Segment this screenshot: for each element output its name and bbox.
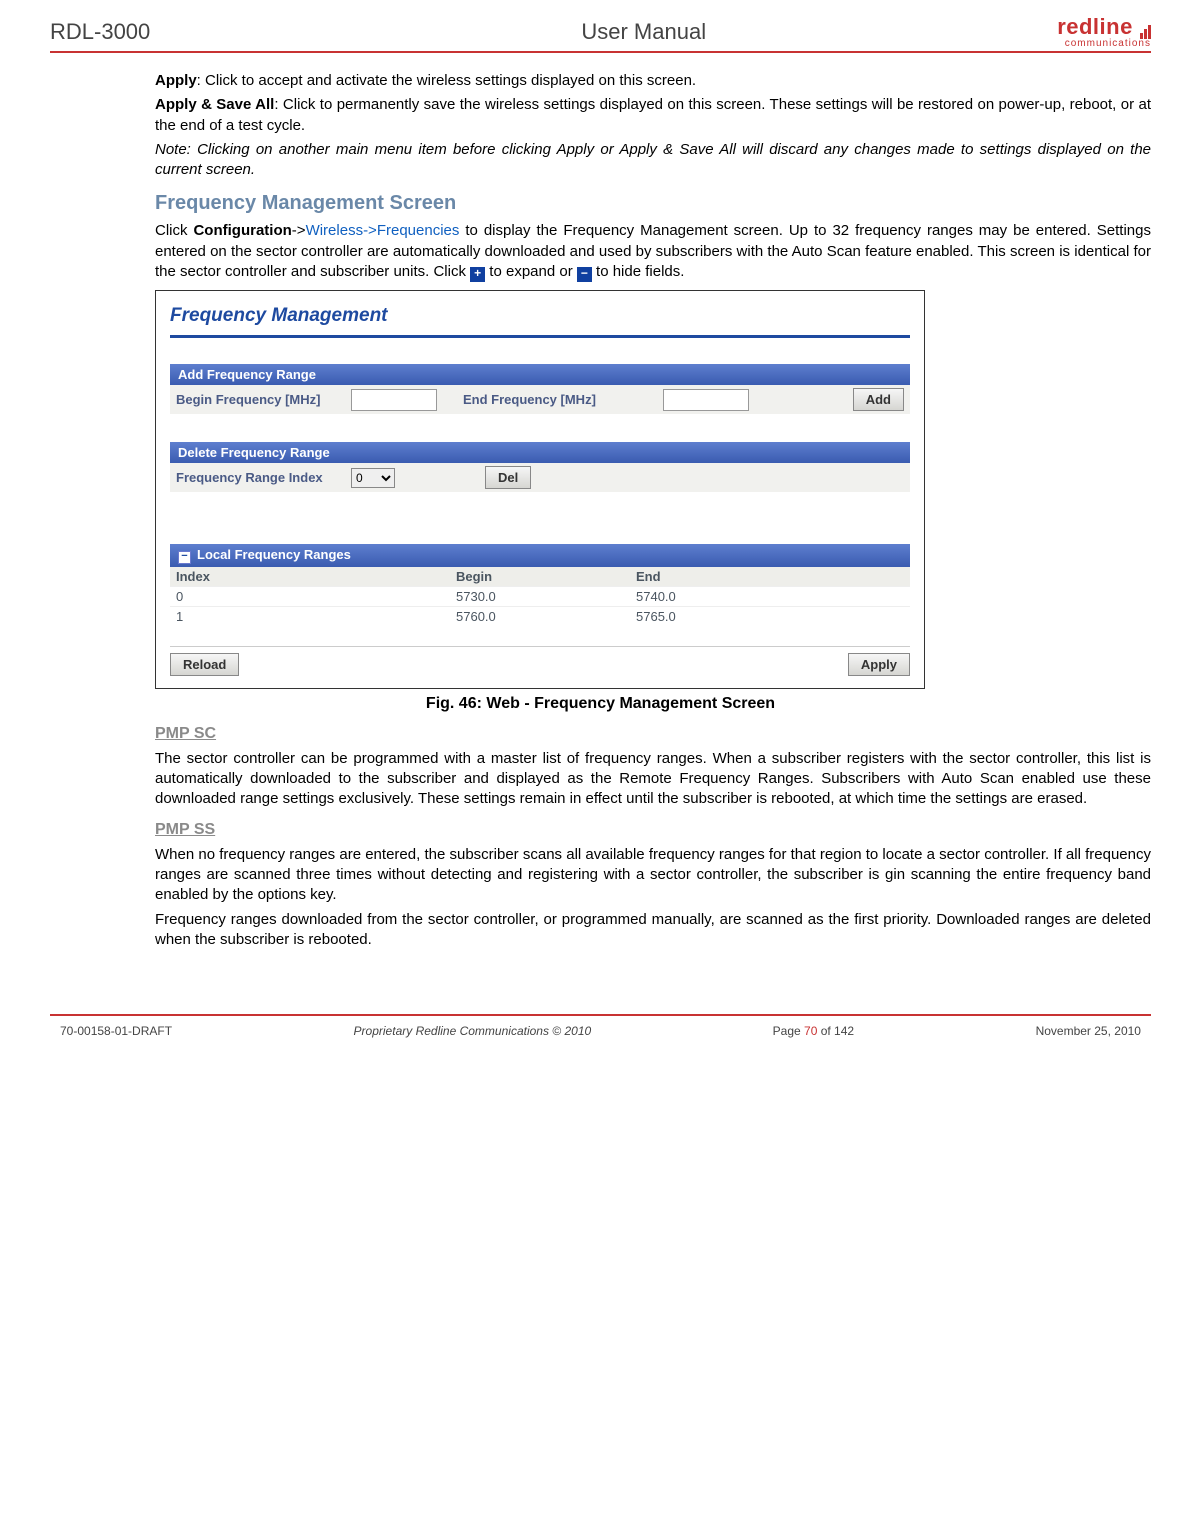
section-paragraph: Click Configuration->Wireless->Frequenci… [155, 221, 1151, 282]
page-post: of 142 [817, 1024, 854, 1038]
pmp-ss-heading: PMP SS [155, 819, 1151, 841]
section-heading: Frequency Management Screen [155, 190, 1151, 217]
range-index-label: Frequency Range Index [176, 470, 351, 485]
pmp-ss-text2: Frequency ranges downloaded from the sec… [155, 910, 1151, 951]
footer-date: November 25, 2010 [1036, 1024, 1141, 1038]
expand-plus-icon: + [470, 267, 485, 282]
end-freq-input[interactable] [663, 389, 749, 411]
applysave-label: Apply & Save All [155, 96, 274, 113]
pmp-sc-heading: PMP SC [155, 723, 1151, 745]
cell-index: 1 [176, 609, 456, 624]
begin-freq-label: Begin Frequency [MHz] [176, 392, 351, 407]
page-indicator: Page 70 of 142 [773, 1024, 854, 1038]
collapse-minus-icon[interactable]: − [178, 551, 191, 564]
logo-subtext: communications [1057, 38, 1151, 49]
doc-title: User Manual [581, 19, 706, 45]
cell-end: 5765.0 [636, 609, 816, 624]
doc-number: 70-00158-01-DRAFT [60, 1024, 172, 1038]
page-footer: 70-00158-01-DRAFT Proprietary Redline Co… [0, 1024, 1201, 1058]
signal-bars-icon [1139, 22, 1151, 39]
p1d: to expand or [485, 263, 577, 280]
table-row: 1 5760.0 5765.0 [170, 606, 910, 626]
page-pre: Page [773, 1024, 804, 1038]
bottom-button-row: Reload Apply [170, 653, 910, 676]
page-current: 70 [804, 1024, 817, 1038]
expand-minus-icon: − [577, 267, 592, 282]
local-ranges-label: Local Frequency Ranges [197, 547, 351, 562]
col-begin: Begin [456, 569, 636, 584]
cell-begin: 5730.0 [456, 589, 636, 604]
p1b: -> [292, 222, 306, 239]
pmp-ss-text1: When no frequency ranges are entered, th… [155, 845, 1151, 906]
add-range-header: Add Frequency Range [170, 364, 910, 385]
apply-paragraph: Apply: Click to accept and activate the … [155, 71, 1151, 91]
grid-header-row: Index Begin End [170, 567, 910, 586]
local-ranges-header: −Local Frequency Ranges [170, 544, 910, 567]
col-index: Index [176, 569, 456, 584]
footer-rule [50, 1014, 1151, 1016]
fm-title: Frequency Management [170, 305, 910, 327]
applysave-paragraph: Apply & Save All: Click to permanently s… [155, 95, 1151, 136]
divider [170, 646, 910, 647]
del-button[interactable]: Del [485, 466, 531, 489]
frequency-mgmt-screenshot: Frequency Management Add Frequency Range… [155, 290, 925, 689]
del-range-header: Delete Frequency Range [170, 442, 910, 463]
end-freq-label: End Frequency [MHz] [463, 392, 663, 407]
range-index-select[interactable]: 0 [351, 468, 395, 488]
body-content: Apply: Click to accept and activate the … [155, 71, 1151, 282]
apply-label: Apply [155, 72, 197, 89]
col-end: End [636, 569, 816, 584]
product-name: RDL-3000 [50, 19, 150, 45]
config-bold: Configuration [193, 222, 291, 239]
fig-number: Fig. 46 [426, 695, 477, 712]
cell-end: 5740.0 [636, 589, 816, 604]
p1e: to hide fields. [592, 263, 685, 280]
p1a: Click [155, 222, 193, 239]
title-underline [170, 335, 910, 338]
cell-index: 0 [176, 589, 456, 604]
table-row: 0 5730.0 5740.0 [170, 586, 910, 606]
cell-begin: 5760.0 [456, 609, 636, 624]
copyright: Proprietary Redline Communications © 201… [354, 1024, 592, 1038]
fig-text: : Web - Frequency Management Screen [477, 695, 775, 712]
add-button[interactable]: Add [853, 388, 904, 411]
lower-body: PMP SC The sector controller can be prog… [155, 723, 1151, 950]
page-header: RDL-3000 User Manual redline communicati… [50, 14, 1151, 53]
del-range-row: Frequency Range Index 0 Del [170, 463, 910, 492]
brand-logo: redline communications [1057, 14, 1151, 49]
pmp-sc-text: The sector controller can be programmed … [155, 749, 1151, 810]
applysave-text: : Click to permanently save the wireless… [155, 96, 1151, 133]
add-range-row: Begin Frequency [MHz] End Frequency [MHz… [170, 385, 910, 414]
apply-button[interactable]: Apply [848, 653, 910, 676]
reload-button[interactable]: Reload [170, 653, 239, 676]
nav-link: Wireless->Frequencies [306, 222, 460, 239]
apply-text: : Click to accept and activate the wirel… [197, 72, 696, 89]
logo-text: redline [1057, 14, 1133, 39]
figure-caption: Fig. 46: Web - Frequency Management Scre… [50, 695, 1151, 713]
note-paragraph: Note: Clicking on another main menu item… [155, 140, 1151, 181]
begin-freq-input[interactable] [351, 389, 437, 411]
